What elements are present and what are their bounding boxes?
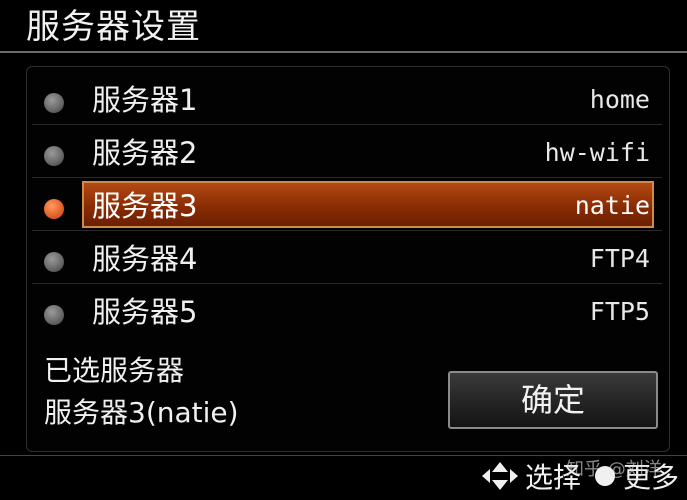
server-row-3[interactable]: 服务器3 natie	[32, 178, 662, 231]
selected-server-label: 已选服务器	[44, 354, 185, 387]
server-name: 服务器2	[92, 136, 198, 170]
server-name: 服务器1	[92, 83, 198, 117]
confirm-button[interactable]: 确定	[448, 371, 658, 429]
up-down-arrows-icon	[481, 461, 519, 491]
server-name: 服务器3	[92, 189, 198, 223]
selected-server-value: 服务器3(natie)	[44, 396, 239, 429]
server-value: FTP4	[589, 244, 650, 273]
server-name: 服务器5	[92, 295, 198, 329]
radio-icon	[44, 146, 64, 166]
server-row-2[interactable]: 服务器2 hw-wifi	[32, 125, 662, 178]
server-list: 服务器1 home 服务器2 hw-wifi 服务器3 natie 服务器4 F…	[32, 72, 662, 337]
server-row-1[interactable]: 服务器1 home	[32, 72, 662, 125]
server-name: 服务器4	[92, 242, 198, 276]
watermark: 知乎 @刘洋	[566, 459, 662, 480]
radio-icon	[44, 252, 64, 272]
server-value: home	[589, 85, 650, 114]
radio-selected-icon	[44, 199, 64, 219]
page-title: 服务器设置	[26, 7, 201, 47]
server-value: FTP5	[589, 297, 650, 326]
server-value: natie	[574, 191, 650, 220]
radio-icon	[44, 93, 64, 113]
title-divider	[0, 51, 687, 53]
server-row-5[interactable]: 服务器5 FTP5	[32, 284, 662, 337]
radio-icon	[44, 305, 64, 325]
server-row-4[interactable]: 服务器4 FTP4	[32, 231, 662, 284]
server-value: hw-wifi	[544, 138, 650, 167]
